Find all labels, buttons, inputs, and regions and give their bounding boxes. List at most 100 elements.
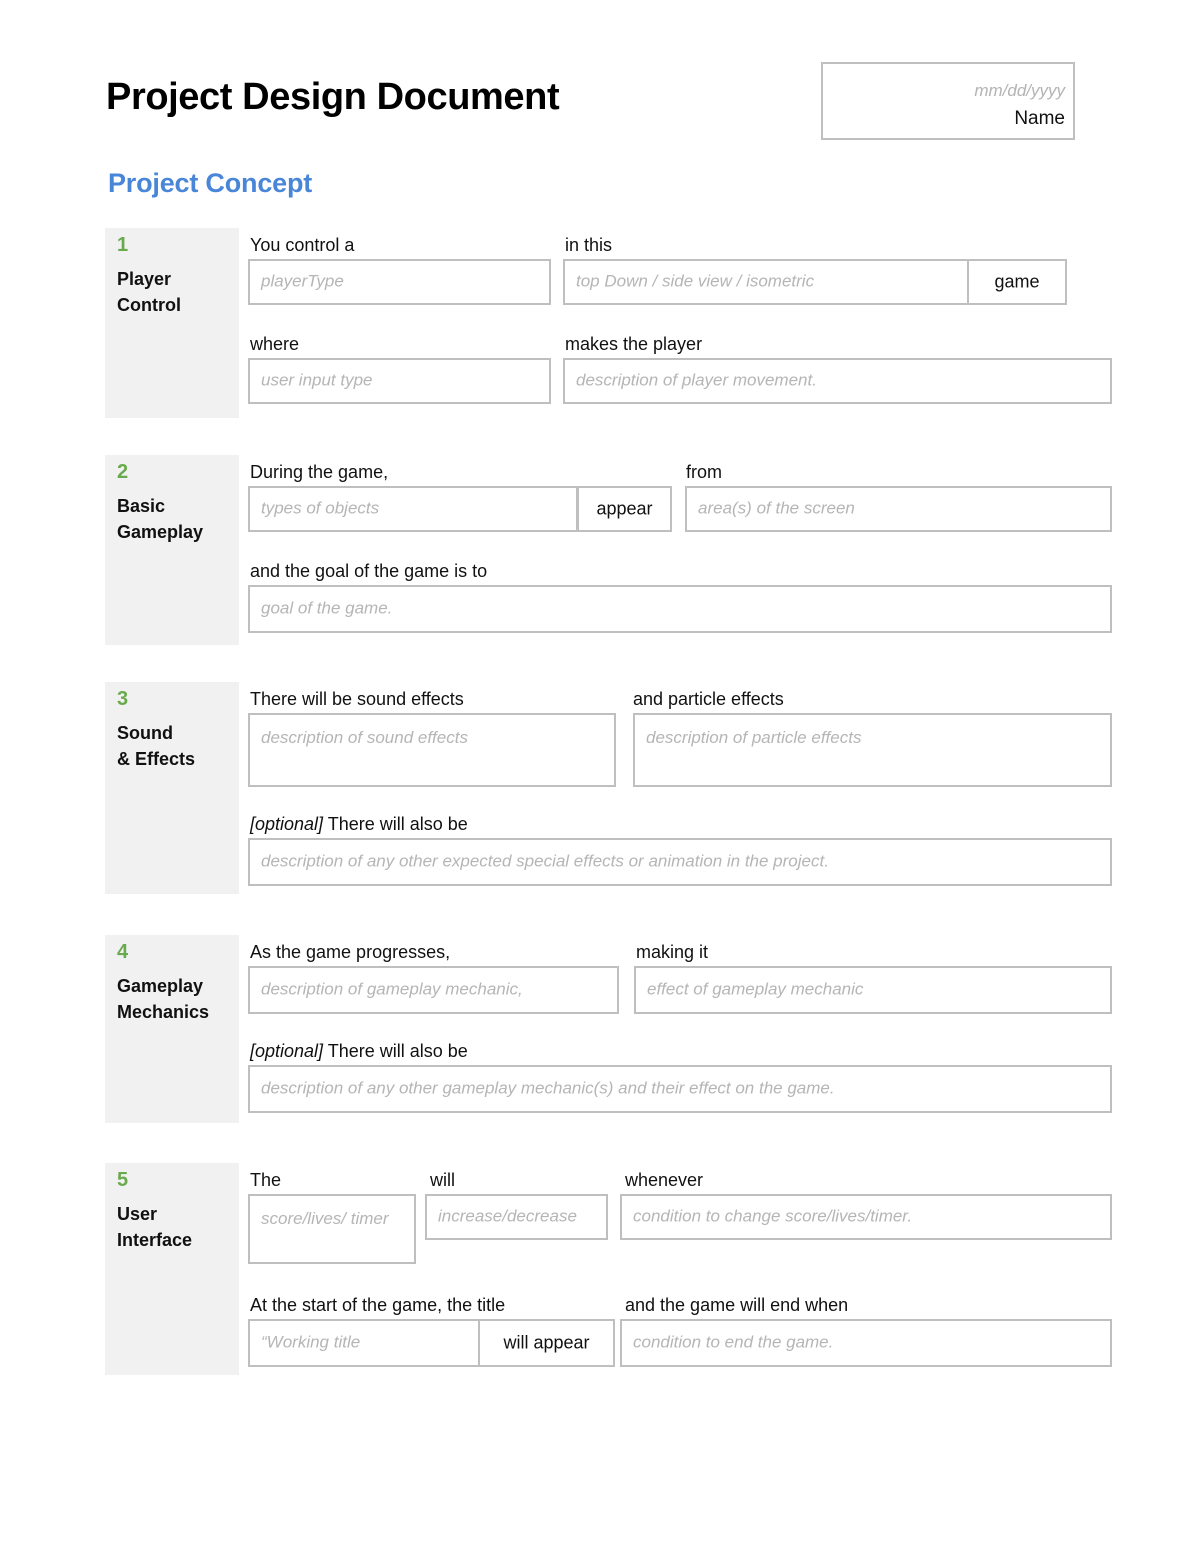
section-name-line1: Sound bbox=[117, 723, 173, 743]
label-making-it: making it bbox=[636, 942, 709, 962]
section-sidebar: 1 Player Control bbox=[105, 228, 239, 418]
field-change-direction-placeholder: increase/decrease bbox=[438, 1206, 577, 1226]
static-appear-word: appear bbox=[596, 498, 653, 519]
label-in-this: in this bbox=[565, 235, 613, 255]
section-sidebar: 2 Basic Gameplay bbox=[105, 455, 239, 645]
field-object-types[interactable]: types of objects bbox=[248, 486, 578, 532]
field-working-title-placeholder: “Working title bbox=[261, 1332, 361, 1352]
field-ui-element[interactable]: score/lives/ timer bbox=[248, 1194, 416, 1264]
section-name-line1: Gameplay bbox=[117, 976, 204, 996]
field-other-effects-placeholder: description of any other expected specia… bbox=[261, 851, 829, 871]
section-name: User Interface bbox=[117, 1201, 237, 1253]
field-other-mechanics-placeholder: description of any other gameplay mechan… bbox=[261, 1078, 835, 1098]
name-date-box[interactable]: mm/dd/yyyy Name bbox=[821, 62, 1075, 140]
label-optional-rest: There will also be bbox=[323, 1041, 468, 1061]
field-object-types-placeholder: types of objects bbox=[261, 498, 380, 518]
date-placeholder[interactable]: mm/dd/yyyy bbox=[974, 81, 1065, 101]
section-name-line2: & Effects bbox=[117, 749, 196, 770]
section-heading-project-concept: Project Concept bbox=[108, 168, 313, 198]
label-optional-rest: There will also be bbox=[323, 814, 468, 834]
label-goal-of-the-game: and the goal of the game is to bbox=[250, 561, 488, 581]
field-sound-effects-placeholder: description of sound effects bbox=[261, 728, 468, 747]
label-where: where bbox=[250, 334, 300, 354]
field-goal[interactable]: goal of the game. bbox=[248, 585, 1112, 633]
section-number: 3 bbox=[117, 688, 129, 710]
section-name-line1: Basic bbox=[117, 496, 166, 516]
section-name-line1: User bbox=[117, 1204, 158, 1224]
label-optional-tag: [optional] bbox=[250, 814, 324, 834]
label-optional-also-be: [optional] There will also be bbox=[250, 1042, 468, 1060]
field-sound-effects[interactable]: description of sound effects bbox=[248, 713, 616, 787]
field-goal-placeholder: goal of the game. bbox=[261, 598, 393, 618]
section-sidebar: 5 User Interface bbox=[105, 1163, 239, 1375]
section-name: Gameplay Mechanics bbox=[117, 973, 237, 1025]
field-mechanic-effect[interactable]: effect of gameplay mechanic bbox=[634, 966, 1112, 1014]
field-particle-effects[interactable]: description of particle effects bbox=[633, 713, 1112, 787]
field-user-input-type-placeholder: user input type bbox=[261, 370, 373, 390]
label-as-game-progresses: As the game progresses, bbox=[250, 942, 451, 962]
label-during-the-game: During the game, bbox=[250, 462, 389, 482]
section-name-line1: Player bbox=[117, 269, 172, 289]
section-number: 1 bbox=[117, 234, 129, 256]
field-change-condition[interactable]: condition to change score/lives/timer. bbox=[620, 1194, 1112, 1240]
static-game-word: game bbox=[994, 271, 1040, 292]
field-other-mechanics[interactable]: description of any other gameplay mechan… bbox=[248, 1065, 1112, 1113]
name-label: Name bbox=[1014, 108, 1065, 129]
field-change-direction[interactable]: increase/decrease bbox=[425, 1194, 608, 1240]
section-number: 2 bbox=[117, 461, 129, 483]
field-player-type-placeholder: playerType bbox=[261, 271, 344, 291]
label-start-of-game-title: At the start of the game, the title bbox=[250, 1295, 506, 1315]
field-ui-element-placeholder: score/lives/ timer bbox=[261, 1209, 389, 1228]
field-user-input-type[interactable]: user input type bbox=[248, 358, 551, 404]
static-will-appear-box: will appear bbox=[478, 1319, 615, 1367]
page-title: Project Design Document bbox=[106, 76, 560, 118]
field-gameplay-mechanic-placeholder: description of gameplay mechanic, bbox=[261, 979, 523, 999]
field-view-type-placeholder: top Down / side view / isometric bbox=[576, 271, 815, 291]
section-body: There will be sound effects and particle… bbox=[248, 682, 1112, 894]
label-particle-effects: and particle effects bbox=[633, 689, 784, 709]
section-name: Player Control bbox=[117, 266, 237, 318]
field-particle-effects-placeholder: description of particle effects bbox=[646, 728, 862, 747]
label-you-control-a: You control a bbox=[250, 235, 355, 255]
field-player-type[interactable]: playerType bbox=[248, 259, 551, 305]
field-player-movement[interactable]: description of player movement. bbox=[563, 358, 1112, 404]
section-number: 4 bbox=[117, 941, 129, 963]
label-optional-tag: [optional] bbox=[250, 1041, 324, 1061]
section-name: Sound & Effects bbox=[117, 720, 237, 772]
static-will-appear-word: will appear bbox=[503, 1332, 590, 1353]
section-sidebar: 4 Gameplay Mechanics bbox=[105, 935, 239, 1123]
section-name-line2: Gameplay bbox=[117, 522, 204, 543]
label-makes-the-player: makes the player bbox=[565, 334, 703, 354]
section-body: During the game, from types of objects a… bbox=[248, 455, 1112, 645]
label-sound-effects: There will be sound effects bbox=[250, 689, 464, 709]
section-body: As the game progresses, making it descri… bbox=[248, 935, 1112, 1123]
section-name: Basic Gameplay bbox=[117, 493, 237, 545]
field-screen-areas-placeholder: area(s) of the screen bbox=[698, 498, 855, 518]
field-end-condition[interactable]: condition to end the game. bbox=[620, 1319, 1112, 1367]
field-view-type[interactable]: top Down / side view / isometric bbox=[563, 259, 969, 305]
label-the: The bbox=[250, 1170, 282, 1190]
label-whenever: whenever bbox=[625, 1170, 704, 1190]
field-working-title[interactable]: “Working title bbox=[248, 1319, 480, 1367]
section-name-line2: Control bbox=[117, 295, 181, 316]
static-appear-word-box: appear bbox=[577, 486, 672, 532]
label-will: will bbox=[430, 1170, 455, 1190]
field-mechanic-effect-placeholder: effect of gameplay mechanic bbox=[647, 979, 864, 999]
section-body: You control a in this playerType top Dow… bbox=[248, 228, 1112, 418]
field-other-effects[interactable]: description of any other expected specia… bbox=[248, 838, 1112, 886]
field-change-condition-placeholder: condition to change score/lives/timer. bbox=[633, 1206, 913, 1226]
label-optional-also-be: [optional] There will also be bbox=[250, 815, 468, 833]
section-body: The will whenever score/lives/ timer inc… bbox=[248, 1163, 1112, 1375]
static-game-word-box: game bbox=[967, 259, 1067, 305]
section-number: 5 bbox=[117, 1169, 129, 1191]
section-sidebar: 3 Sound & Effects bbox=[105, 682, 239, 894]
label-from: from bbox=[686, 462, 722, 482]
section-name-line2: Mechanics bbox=[117, 1002, 210, 1023]
label-game-will-end-when: and the game will end when bbox=[625, 1295, 849, 1315]
field-gameplay-mechanic[interactable]: description of gameplay mechanic, bbox=[248, 966, 619, 1014]
field-end-condition-placeholder: condition to end the game. bbox=[633, 1332, 834, 1352]
document-page: Project Design Document mm/dd/yyyy Name … bbox=[0, 0, 1200, 1553]
section-name-line2: Interface bbox=[117, 1230, 193, 1251]
field-player-movement-placeholder: description of player movement. bbox=[576, 370, 817, 390]
field-screen-areas[interactable]: area(s) of the screen bbox=[685, 486, 1112, 532]
